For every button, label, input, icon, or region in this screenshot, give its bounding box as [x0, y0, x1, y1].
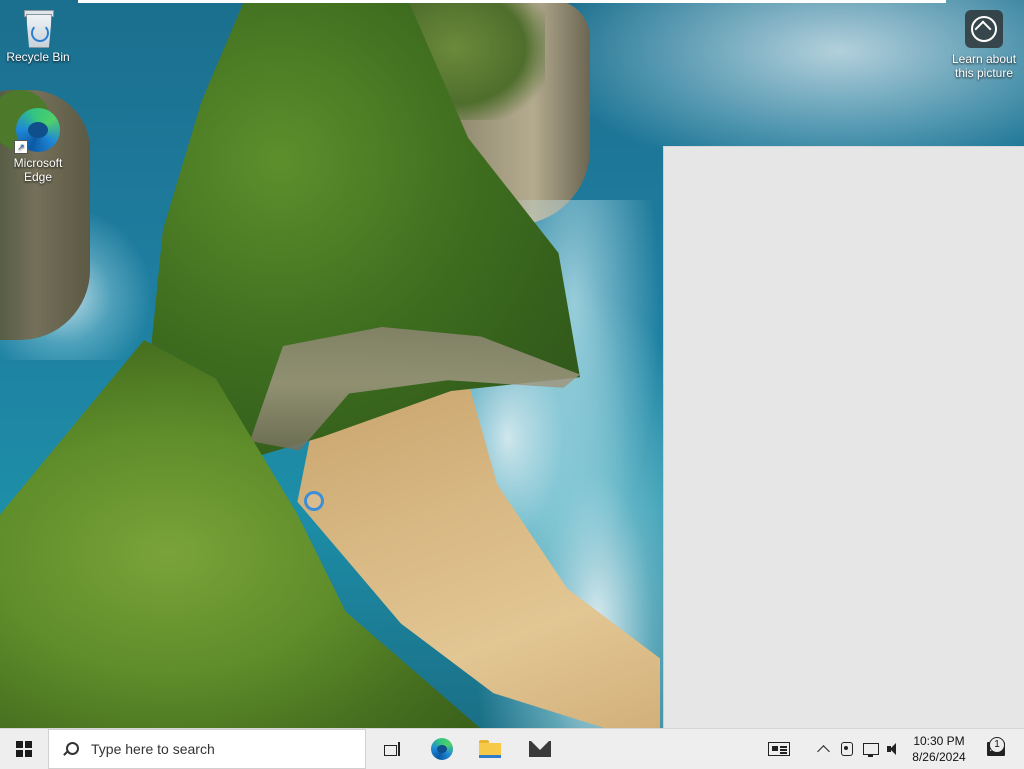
desktop-icon-label: Recycle Bin [6, 50, 70, 64]
desktop-icon-microsoft-edge[interactable]: ↗ Microsoft Edge [0, 106, 76, 184]
edge-icon: ↗ [14, 106, 62, 154]
blank-loading-window[interactable] [663, 146, 1024, 729]
action-center-button[interactable]: 1 [976, 729, 1016, 769]
meet-now-button[interactable] [836, 729, 858, 769]
volume-button[interactable] [884, 729, 906, 769]
recycle-bin-icon [21, 8, 55, 48]
taskbar: 10:30 PM 8/26/2024 1 [0, 728, 1024, 769]
windows-logo-icon [16, 741, 32, 757]
desktop-icon-label: Microsoft Edge [13, 156, 63, 184]
shortcut-arrow-icon: ↗ [14, 140, 28, 154]
task-view-button[interactable] [372, 729, 412, 769]
network-icon [863, 743, 879, 757]
notification-count-badge: 1 [989, 737, 1005, 753]
task-view-icon [384, 742, 400, 756]
search-icon [63, 742, 79, 756]
desktop-icon-recycle-bin[interactable]: Recycle Bin [0, 8, 76, 64]
edge-icon [431, 738, 453, 760]
volume-icon [887, 742, 903, 756]
network-button[interactable] [860, 729, 882, 769]
taskbar-file-explorer-button[interactable] [470, 729, 510, 769]
chevron-up-icon [816, 745, 830, 758]
news-and-interests-button[interactable] [760, 729, 798, 769]
window-top-edge [78, 0, 946, 3]
mail-icon [529, 741, 551, 757]
taskbar-mail-button[interactable] [520, 729, 560, 769]
show-hidden-icons-button[interactable] [812, 729, 834, 769]
search-input[interactable] [89, 740, 343, 758]
taskbar-edge-button[interactable] [422, 729, 462, 769]
news-and-interests-icon [768, 742, 790, 756]
taskbar-search-box[interactable] [48, 729, 366, 769]
clock-time: 10:30 PM [913, 734, 965, 748]
start-button[interactable] [0, 729, 48, 769]
desktop-icon-learn-about-picture[interactable]: Learn about this picture [944, 10, 1024, 80]
clock-date: 8/26/2024 [912, 750, 966, 764]
busy-cursor-icon [304, 491, 324, 511]
meet-now-icon [841, 742, 853, 756]
desktop-icon-label: Learn about this picture [951, 52, 1017, 80]
taskbar-clock[interactable]: 10:30 PM 8/26/2024 [906, 729, 972, 769]
learn-about-picture-icon [965, 10, 1003, 48]
file-explorer-icon [479, 740, 501, 758]
